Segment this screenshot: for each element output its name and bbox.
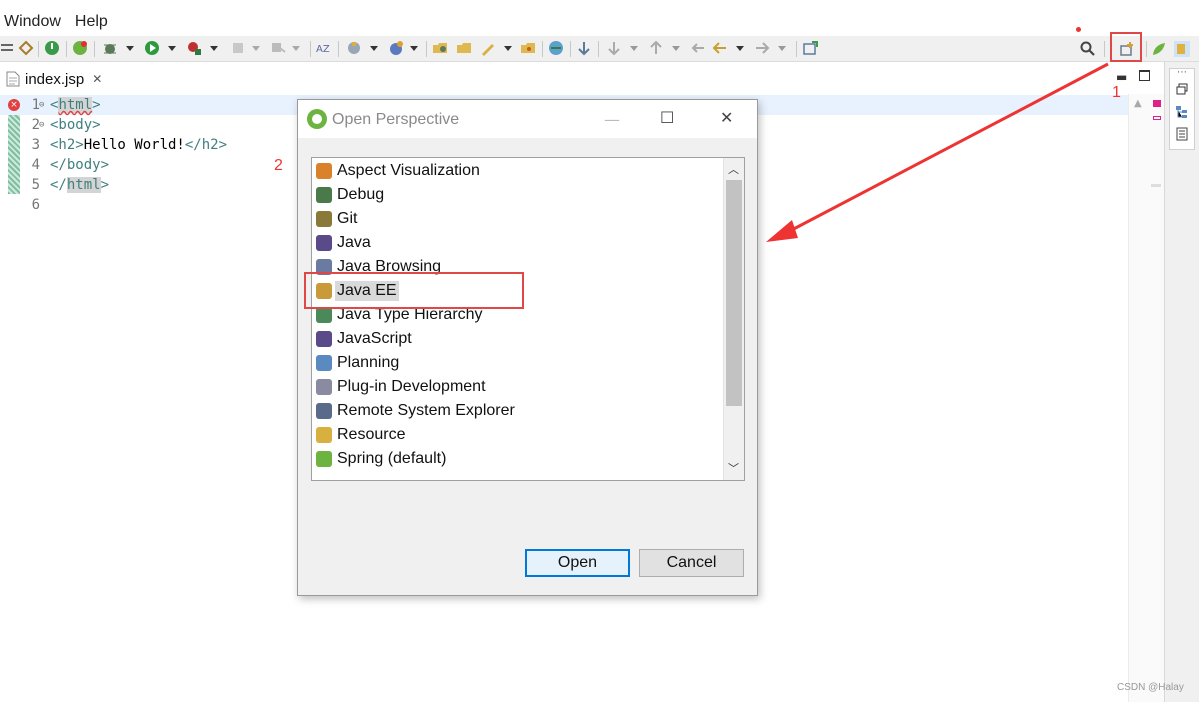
perspective-item[interactable]: Debug <box>316 183 720 207</box>
perspective-label: Plug-in Development <box>337 378 486 395</box>
perspective-label: Spring (default) <box>337 450 447 467</box>
plugin-icon <box>316 379 332 395</box>
annotation-step-2: 2 <box>274 157 283 174</box>
annotation-step-1: 1 <box>1112 84 1121 101</box>
scroll-down-icon[interactable]: ﹀ <box>728 460 739 476</box>
close-icon[interactable]: ✕ <box>720 108 733 127</box>
list-scrollbar[interactable]: ︿ ﹀ <box>723 158 744 480</box>
scrollbar-thumb[interactable] <box>726 180 742 406</box>
spring-icon <box>316 451 332 467</box>
eclipse-window: Window Help AZ index.jsp ✕ ▬ × 1 ⊖ <html… <box>0 0 1199 702</box>
open-perspective-dialog: Open Perspective — ☐ ✕ Aspect Visualizat… <box>297 99 758 596</box>
perspective-label: Aspect Visualization <box>337 162 480 179</box>
perspective-label: Git <box>337 210 358 227</box>
dialog-title-bar[interactable]: Open Perspective — ☐ ✕ <box>298 100 757 138</box>
type-hierarchy-icon <box>316 307 332 323</box>
perspective-item[interactable]: Plug-in Development <box>316 375 720 399</box>
perspective-label: JavaScript <box>337 330 412 347</box>
highlight-java-ee <box>304 272 524 309</box>
java-icon <box>316 235 332 251</box>
perspective-label: Java <box>337 234 371 251</box>
perspective-label: Planning <box>337 354 400 371</box>
git-icon <box>316 211 332 227</box>
perspective-item[interactable]: Resource <box>316 423 720 447</box>
remote-system-icon <box>316 403 332 419</box>
maximize-icon[interactable]: ☐ <box>660 108 674 127</box>
dialog-title: Open Perspective <box>332 111 460 128</box>
perspective-list[interactable]: Aspect Visualization Debug Git Java Java Bro… <box>311 157 745 481</box>
javascript-icon <box>316 331 332 347</box>
perspective-item[interactable]: Java <box>316 231 720 255</box>
perspective-item[interactable]: Remote System Explorer <box>316 399 720 423</box>
planning-icon <box>316 355 332 371</box>
aspect-icon <box>316 163 332 179</box>
watermark: CSDN @Halay <box>1117 682 1184 693</box>
perspective-item[interactable]: JavaScript <box>316 327 720 351</box>
spring-logo-icon <box>307 109 327 129</box>
perspective-item[interactable]: Planning <box>316 351 720 375</box>
perspective-item[interactable]: Spring (default) <box>316 447 720 471</box>
resource-icon <box>316 427 332 443</box>
perspective-item[interactable]: Git <box>316 207 720 231</box>
perspective-label: Remote System Explorer <box>337 402 515 419</box>
perspective-label: Debug <box>337 186 385 203</box>
perspective-label: Resource <box>337 426 406 443</box>
perspective-item[interactable]: Aspect Visualization <box>316 159 720 183</box>
minimize-icon: — <box>604 110 620 129</box>
cancel-button[interactable]: Cancel <box>639 549 744 577</box>
open-button[interactable]: Open <box>525 549 630 577</box>
bug-icon <box>316 187 332 203</box>
scroll-up-icon[interactable]: ︿ <box>728 161 739 177</box>
